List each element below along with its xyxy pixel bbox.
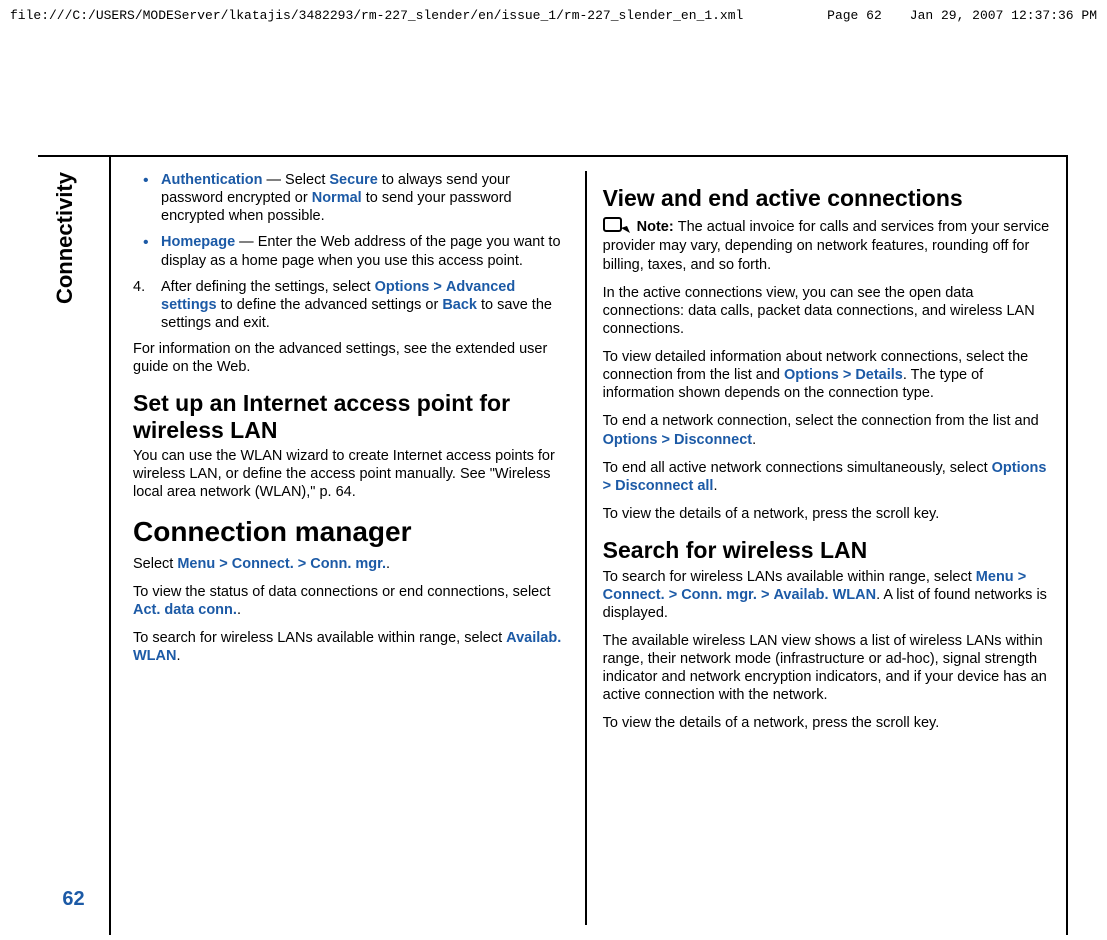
option-link: Normal [312,190,362,206]
caret-icon: > [669,587,677,603]
body-text: For information on the advanced settings… [133,340,571,376]
body-text: To search for wireless LANs available wi… [603,568,1056,622]
note-label: Note: [637,219,678,235]
left-column: Authentication — Select Secure to always… [133,171,587,925]
body-text: Select [133,556,177,572]
setting-term: Authentication [161,172,263,188]
note-icon [603,215,633,237]
page-indicator: Page 62 [827,8,882,23]
document-page: Connectivity 62 Authentication — Select … [38,155,1068,935]
body-text: Select Menu > Connect. > Conn. mgr.. [133,555,571,573]
caret-icon: > [661,432,669,448]
menu-key: Options [603,432,658,448]
body-text: To view the details of a network, press … [603,714,1056,732]
caret-icon: > [761,587,769,603]
menu-key: Menu [976,569,1014,585]
menu-key: Back [442,297,477,313]
section-heading: Search for wireless LAN [603,537,1056,563]
file-path: file:///C:/USERS/MODEServer/lkatajis/348… [10,8,743,23]
menu-key: Disconnect all [615,478,713,494]
body-text: You can use the WLAN wizard to create In… [133,447,571,501]
caret-icon: > [219,556,227,572]
note-block: Note: The actual invoice for calls and s… [603,215,1056,273]
body-text: To view detailed information about netwo… [603,348,1056,402]
option-link: Secure [329,172,377,188]
step-number: 4. [133,278,145,296]
body-text: to define the advanced settings or [221,297,443,313]
right-column: View and end active connections Note: Th… [603,171,1056,925]
body-text: To end all active network connections si… [603,459,1056,495]
setting-term: Homepage [161,234,235,250]
body-text: In the active connections view, you can … [603,284,1056,338]
body-text: To end a network connection, select the … [603,412,1056,448]
menu-key: Conn. mgr. [681,587,757,603]
menu-key: Availab. WLAN [773,587,876,603]
page-number: 62 [38,888,109,911]
menu-key: Options [992,460,1047,476]
menu-key: Connect. [232,556,294,572]
menu-key: Options [375,279,430,295]
list-item: Authentication — Select Secure to always… [139,171,571,225]
chapter-heading: Connection manager [133,514,571,549]
menu-key: Options [784,367,839,383]
caret-icon: > [1018,569,1026,585]
step-item: 4. After defining the settings, select O… [133,278,571,332]
caret-icon: > [433,279,441,295]
body-text: . [237,602,241,618]
menu-key: Details [855,367,903,383]
body-text: To search for wireless LANs available wi… [603,569,976,585]
body-text: . [386,556,390,572]
body-text: To view the status of data connections o… [133,584,551,600]
body-text: To view the details of a network, press … [603,505,1056,523]
print-header: file:///C:/USERS/MODEServer/lkatajis/348… [0,0,1107,29]
body-text: . [177,648,181,664]
body-text: . [713,478,717,494]
caret-icon: > [843,367,851,383]
print-datetime: Jan 29, 2007 12:37:36 PM [910,8,1097,23]
body-text: To end all active network connections si… [603,460,992,476]
menu-key: Conn. mgr. [310,556,386,572]
caret-icon: > [603,478,611,494]
menu-key: Disconnect [674,432,752,448]
topic-label: Connectivity [52,172,78,304]
body-text: To end a network connection, select the … [603,413,1039,429]
section-heading: View and end active connections [603,185,1056,211]
body-text: . [752,432,756,448]
menu-key: Connect. [603,587,665,603]
sidebar: Connectivity 62 [38,157,111,935]
body-text: To search for wireless LANs available wi… [133,629,571,665]
body-text: To search for wireless LANs available wi… [133,630,506,646]
caret-icon: > [298,556,306,572]
menu-key: Act. data conn. [133,602,237,618]
list-item: Homepage — Enter the Web address of the … [139,233,571,269]
body-text: — Select [263,172,330,188]
body-text: The available wireless LAN view shows a … [603,632,1056,705]
body-text: After defining the settings, select [161,279,375,295]
body-text: To view the status of data connections o… [133,583,571,619]
menu-key: Menu [177,556,215,572]
section-heading: Set up an Internet access point for wire… [133,390,571,443]
